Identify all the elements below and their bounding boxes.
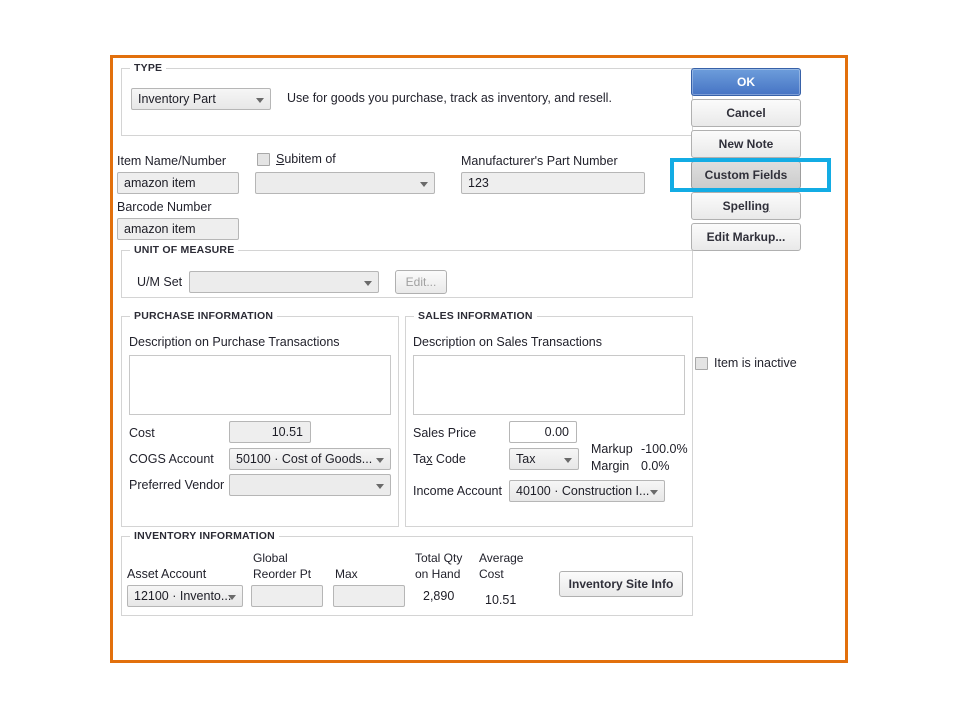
type-group-title: TYPE [130,62,167,74]
chevron-down-icon [256,98,264,103]
cost-label: Cost [129,426,155,440]
new-note-button[interactable]: New Note [691,130,801,158]
sales-description-textarea[interactable] [413,355,685,415]
reorder-point-label-line2: Reorder Pt [253,567,312,581]
type-description: Use for goods you purchase, track as inv… [287,91,612,105]
item-type-value: Inventory Part [138,92,216,106]
margin-label: Margin [591,459,630,473]
total-qty-label-line2: on Hand [415,567,461,581]
mpn-input[interactable]: 123 [461,172,645,194]
subitem-checkbox[interactable] [257,153,270,166]
sales-price-label: Sales Price [413,426,477,440]
spelling-button[interactable]: Spelling [691,192,801,220]
asset-account-dropdown[interactable]: 12100 · Invento... [127,585,243,607]
barcode-label: Barcode Number [117,200,212,214]
markup-label: Markup [591,442,633,456]
subitem-dropdown[interactable] [255,172,435,194]
preferred-vendor-dropdown[interactable] [229,474,391,496]
cogs-account-dropdown[interactable]: 50100 · Cost of Goods... [229,448,391,470]
ok-button[interactable]: OK [691,68,801,96]
margin-value: 0.0% [641,459,670,473]
average-cost-label-line1: Average [479,551,524,565]
subitem-label: Subitem of [276,152,336,166]
tax-code-dropdown[interactable]: Tax [509,448,579,470]
chevron-down-icon [650,490,658,495]
average-cost-label-line2: Cost [479,567,504,581]
max-input[interactable] [333,585,405,607]
income-account-label: Income Account [413,484,502,498]
average-cost-value: 10.51 [485,593,517,607]
income-account-dropdown[interactable]: 40100 · Construction I... [509,480,665,502]
purchase-description-label: Description on Purchase Transactions [129,335,340,349]
total-qty-label-line1: Total Qty [415,551,463,565]
reorder-point-label-line1: Global [253,551,288,565]
sales-price-input[interactable]: 0.00 [509,421,577,443]
screenshot-root: TYPE Inventory Part Use for goods you pu… [0,0,960,720]
chevron-down-icon [376,458,384,463]
item-name-label: Item Name/Number [117,154,227,168]
chevron-down-icon [364,281,372,286]
purchase-description-textarea[interactable] [129,355,391,415]
income-account-value: 40100 · Construction I... [516,484,650,498]
barcode-input[interactable]: amazon item [117,218,239,240]
mpn-label: Manufacturer's Part Number [461,154,618,168]
um-edit-button[interactable]: Edit... [395,270,447,294]
tax-code-value: Tax [516,452,536,466]
edit-item-dialog: TYPE Inventory Part Use for goods you pu… [110,55,848,663]
um-set-label: U/M Set [137,275,183,289]
unit-of-measure-title: UNIT OF MEASURE [130,244,239,256]
chevron-down-icon [420,182,428,187]
inventory-information-title: INVENTORY INFORMATION [130,530,279,542]
tax-code-label: Tax Code [413,452,466,466]
asset-account-label: Asset Account [127,567,207,581]
max-label: Max [335,567,358,581]
cost-input[interactable]: 10.51 [229,421,311,443]
sales-information-title: SALES INFORMATION [414,310,537,322]
sales-description-label: Description on Sales Transactions [413,335,602,349]
dialog-body: TYPE Inventory Part Use for goods you pu… [113,58,845,660]
total-qty-value: 2,890 [423,589,455,603]
item-name-input[interactable]: amazon item [117,172,239,194]
cancel-button[interactable]: Cancel [691,99,801,127]
cogs-account-label: COGS Account [129,452,214,466]
chevron-down-icon [376,484,384,489]
purchase-information-title: PURCHASE INFORMATION [130,310,278,322]
edit-markup-button[interactable]: Edit Markup... [691,223,801,251]
custom-fields-button[interactable]: Custom Fields [691,161,801,189]
item-inactive-label: Item is inactive [714,356,797,370]
preferred-vendor-label: Preferred Vendor [129,478,225,492]
inventory-site-info-button[interactable]: Inventory Site Info [559,571,683,597]
um-set-dropdown[interactable] [189,271,379,293]
cogs-account-value: 50100 · Cost of Goods... [236,452,373,466]
markup-value: -100.0% [641,442,688,456]
chevron-down-icon [564,458,572,463]
asset-account-value: 12100 · Invento... [134,589,232,603]
item-inactive-checkbox[interactable] [695,357,708,370]
chevron-down-icon [228,595,236,600]
reorder-point-input[interactable] [251,585,323,607]
item-type-dropdown[interactable]: Inventory Part [131,88,271,110]
